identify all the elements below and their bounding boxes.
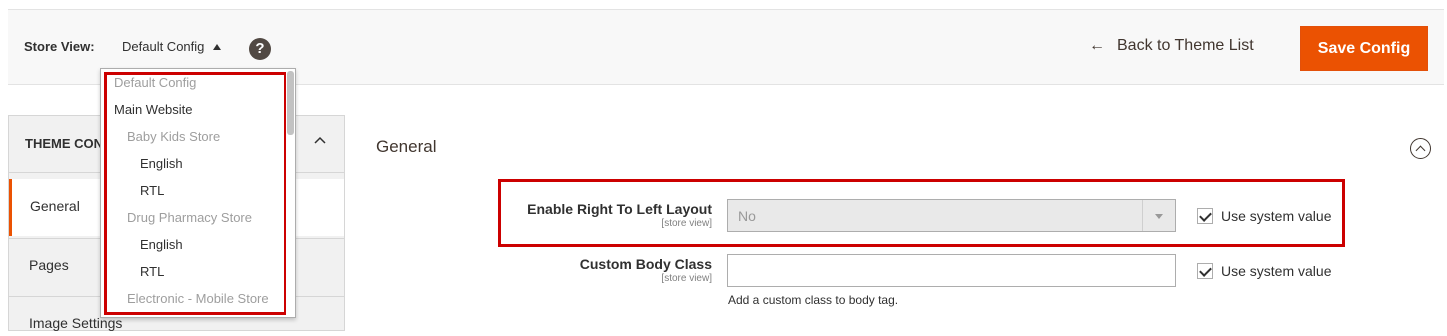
field-scope-rtl: [store view] <box>661 218 712 229</box>
field-scope-body-class: [store view] <box>661 273 712 284</box>
select-divider <box>1142 200 1143 231</box>
dropdown-scrollbar[interactable] <box>286 69 295 317</box>
collapse-icon[interactable] <box>1410 138 1431 159</box>
store-view-label: Store View: <box>24 39 95 54</box>
select-value: No <box>738 208 756 224</box>
section-title[interactable]: General <box>376 137 436 157</box>
help-icon[interactable]: ? <box>249 38 271 60</box>
back-to-theme-list-button[interactable]: ← Back to Theme List <box>1089 37 1254 55</box>
caret-up-icon[interactable] <box>213 44 221 50</box>
use-system-checkbox-rtl[interactable] <box>1197 208 1213 224</box>
use-system-checkbox-body-class[interactable] <box>1197 263 1213 279</box>
dropdown-highlight-box <box>104 72 287 315</box>
store-view-dropdown: Default Config Main Website Baby Kids St… <box>100 68 296 318</box>
use-system-label-body-class: Use system value <box>1221 263 1332 279</box>
use-system-label-rtl: Use system value <box>1221 208 1332 224</box>
save-config-button[interactable]: Save Config <box>1300 26 1428 71</box>
field-note: Add a custom class to body tag. <box>728 293 899 307</box>
field-label-body-class: Custom Body Class <box>579 256 712 272</box>
rtl-layout-select[interactable]: No <box>727 199 1176 232</box>
custom-body-class-input[interactable] <box>727 254 1176 287</box>
back-label: Back to Theme List <box>1117 37 1254 54</box>
arrow-left-icon: ← <box>1089 37 1105 54</box>
field-label-rtl: Enable Right To Left Layout <box>527 201 712 217</box>
caret-down-icon <box>1155 214 1163 219</box>
store-view-switcher[interactable]: Default Config <box>122 39 204 54</box>
sidebar-item-label: Pages <box>29 257 69 273</box>
sidebar-item-label: General <box>30 198 80 214</box>
chevron-up-icon[interactable] <box>314 135 326 147</box>
scrollbar-thumb[interactable] <box>287 71 294 135</box>
